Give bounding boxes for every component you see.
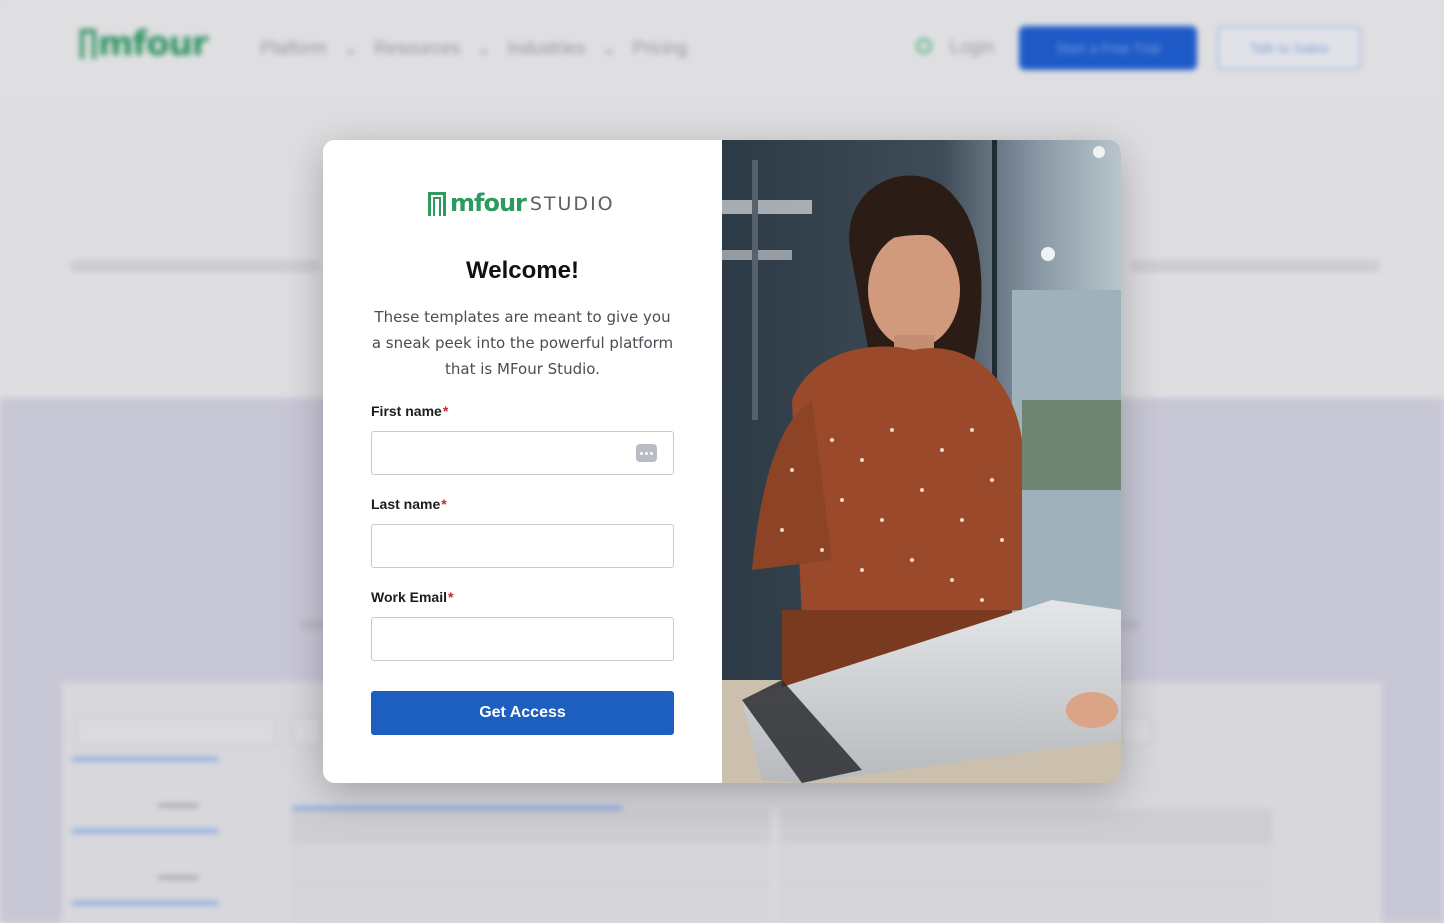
welcome-modal: mfour STUDIO Welcome! These templates ar… (323, 140, 1121, 783)
last-name-label: Last name* (371, 496, 447, 512)
first-name-input[interactable] (371, 431, 674, 475)
mfour-studio-logo: mfour STUDIO (428, 186, 615, 216)
mfour-logo-icon (428, 192, 446, 216)
hero-photo (722, 140, 1121, 783)
get-access-button[interactable]: Get Access (371, 691, 674, 735)
brand-name: mfour (450, 189, 527, 217)
woman-with-laptop-image (722, 140, 1121, 783)
last-name-input[interactable] (371, 524, 674, 568)
modal-title: Welcome! (466, 257, 579, 284)
brand-sub: STUDIO (529, 193, 615, 215)
autofill-icon[interactable] (636, 444, 657, 462)
modal-description: These templates are meant to give you a … (371, 308, 674, 378)
first-name-label: First name* (371, 403, 449, 419)
work-email-input[interactable] (371, 617, 674, 661)
signup-form: mfour STUDIO Welcome! These templates ar… (323, 140, 722, 783)
work-email-label: Work Email* (371, 589, 454, 605)
